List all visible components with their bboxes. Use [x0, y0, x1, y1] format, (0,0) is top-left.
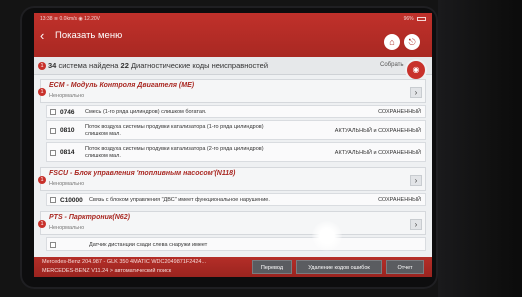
dtc-state: АКТУАЛЬНЫЙ и СОХРАНЕННЫЙ [334, 128, 421, 134]
system-name: ECM - Модуль Контроля Двигателя (ME) [49, 82, 195, 89]
dtc-code: 0810 [60, 127, 75, 134]
system-status: Ненормально [49, 93, 85, 99]
report-button[interactable]: Отчет [386, 260, 424, 274]
summary-badge: 1 [38, 62, 46, 70]
dtc-description: Поток воздуха системы продувки катализат… [85, 124, 264, 137]
dtc-state: СОХРАНЕННЫЙ [378, 109, 421, 115]
footer-bar: Mercedes-Benz 204.987 - GLK 350 4MATIC W… [34, 257, 432, 277]
translate-button[interactable]: Перевод [252, 260, 292, 274]
dtc-state: СОХРАНЕННЫЙ [378, 197, 421, 203]
dtc-state: АКТУАЛЬНЫЙ и СОХРАНЕННЫЙ [334, 150, 421, 156]
chevron-right-icon[interactable]: › [410, 175, 422, 186]
page-title: Показать меню [55, 30, 123, 41]
system-ecm[interactable]: 1 ECM - Модуль Контроля Двигателя (ME) Н… [38, 79, 426, 103]
status-voltage: 12.20V [84, 16, 101, 22]
title-bar: 13:38 ≋ 0.0km/s ◉ 12.20V 96% ‹ Показать … [34, 13, 432, 57]
codes-count: 22 [120, 61, 129, 70]
dtc-row[interactable]: 0814 Поток воздуха системы продувки ката… [46, 142, 426, 162]
dtc-row[interactable]: 0810 Поток воздуха системы продувки ката… [46, 120, 426, 140]
status-time: 13:38 [40, 16, 53, 22]
system-badge: 1 [38, 220, 46, 228]
clear-codes-button[interactable]: Удаление кодов ошибок [296, 260, 382, 274]
system-status: Ненормально [49, 225, 85, 231]
tablet-stand [438, 0, 522, 297]
system-badge: 1 [38, 88, 46, 96]
chevron-right-icon[interactable]: › [410, 219, 422, 230]
back-arrow-icon[interactable]: ‹ [40, 29, 52, 43]
system-badge: 1 [38, 176, 46, 184]
status-bar: 13:38 ≋ 0.0km/s ◉ 12.20V 96% [40, 16, 426, 26]
summary-tail-text: Диагностические коды неисправностей [130, 61, 269, 70]
exit-icon[interactable]: ⎋ [404, 34, 420, 50]
summary-mid-text: система найдена [58, 61, 119, 70]
screen: 13:38 ≋ 0.0km/s ◉ 12.20V 96% ‹ Показать … [34, 13, 432, 277]
system-name: FSCU - Блок управления 'топливным насосо… [49, 170, 236, 177]
vehicle-info: Mercedes-Benz 204.987 - GLK 350 4MATIC W… [42, 259, 207, 265]
status-speed: 0.0km/s [59, 16, 78, 22]
dtc-checkbox[interactable] [50, 242, 56, 248]
dtc-checkbox[interactable] [50, 197, 56, 203]
system-name: PTS - Парктроник(N62) [49, 214, 130, 221]
dtc-row[interactable]: 0746 Смесь (1-го ряда цилиндров) слишком… [46, 105, 426, 118]
system-status: Ненормально [49, 181, 85, 187]
dtc-row[interactable]: C10000 Связь с блоком управления "ДВС" и… [46, 193, 426, 206]
dtc-description: Датчик дистанции сзади слева снаружи име… [89, 242, 208, 248]
battery-level: 96% [403, 16, 414, 22]
dtc-row[interactable]: Датчик дистанции сзади слева снаружи име… [46, 237, 426, 251]
home-icon[interactable]: ⌂ [384, 34, 400, 50]
summary-text: 34 система найдена 22 Диагностические ко… [48, 61, 268, 70]
diagnostic-summary: 1 34 система найдена 22 Диагностические … [34, 57, 432, 75]
camera-icon[interactable]: ◉ [407, 61, 425, 79]
battery-icon [417, 16, 426, 21]
dtc-checkbox[interactable] [50, 128, 56, 134]
systems-count: 34 [48, 61, 57, 70]
screen-glare [312, 221, 342, 251]
dtc-checkbox[interactable] [50, 150, 56, 156]
dtc-code: 0814 [60, 149, 75, 156]
dtc-description: Поток воздуха системы продувки катализат… [85, 146, 264, 159]
dtc-description: Связь с блоком управления "ДВС" имеет фу… [89, 197, 270, 203]
dtc-code: 0746 [60, 109, 75, 116]
dtc-checkbox[interactable] [50, 109, 56, 115]
system-fscu[interactable]: 1 FSCU - Блок управления 'топливным насо… [38, 167, 426, 191]
dtc-description: Смесь (1-го ряда цилиндров) слишком бога… [85, 109, 207, 115]
collect-button[interactable]: Собрать [380, 62, 404, 68]
chevron-right-icon[interactable]: › [410, 87, 422, 98]
vehicle-path: MERCEDES-BENZ V11.24 > автоматический по… [42, 268, 172, 274]
dtc-code: C10000 [60, 197, 83, 204]
system-pts[interactable]: 1 PTS - Парктроник(N62) Ненормально › [38, 211, 426, 235]
